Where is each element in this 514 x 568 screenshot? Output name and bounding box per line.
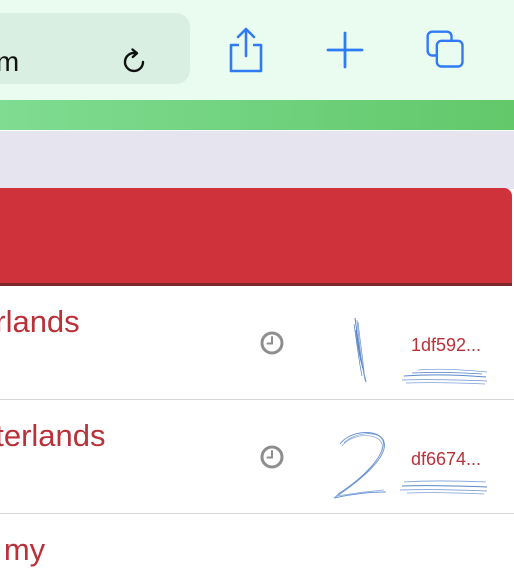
clock-icon: [260, 445, 284, 469]
item-title[interactable]: nterlands: [0, 418, 106, 454]
item-title[interactable]: u my: [0, 532, 45, 568]
address-text[interactable]: om: [0, 46, 20, 78]
new-tab-icon[interactable]: [323, 24, 367, 76]
progress-fill: [0, 100, 514, 130]
browser-toolbar: om: [0, 0, 514, 101]
document-hash[interactable]: 1df592...: [411, 335, 481, 356]
list-item[interactable]: nterlands df6674...: [0, 400, 514, 514]
document-list: erlands 1df592... nterlands: [0, 286, 514, 567]
share-icon[interactable]: [224, 24, 268, 76]
list-item[interactable]: u my: [0, 514, 514, 567]
reload-icon[interactable]: [116, 44, 152, 80]
page-load-progress: [0, 100, 514, 130]
document-hash[interactable]: df6674...: [411, 449, 481, 470]
address-bar[interactable]: om: [0, 13, 190, 84]
site-nav-band: [0, 131, 514, 189]
clock-icon: [260, 331, 284, 355]
tabs-overview-icon[interactable]: [424, 24, 468, 76]
list-item[interactable]: erlands 1df592...: [0, 286, 514, 400]
site-header-bar: [0, 188, 512, 286]
item-title[interactable]: erlands: [0, 304, 80, 340]
